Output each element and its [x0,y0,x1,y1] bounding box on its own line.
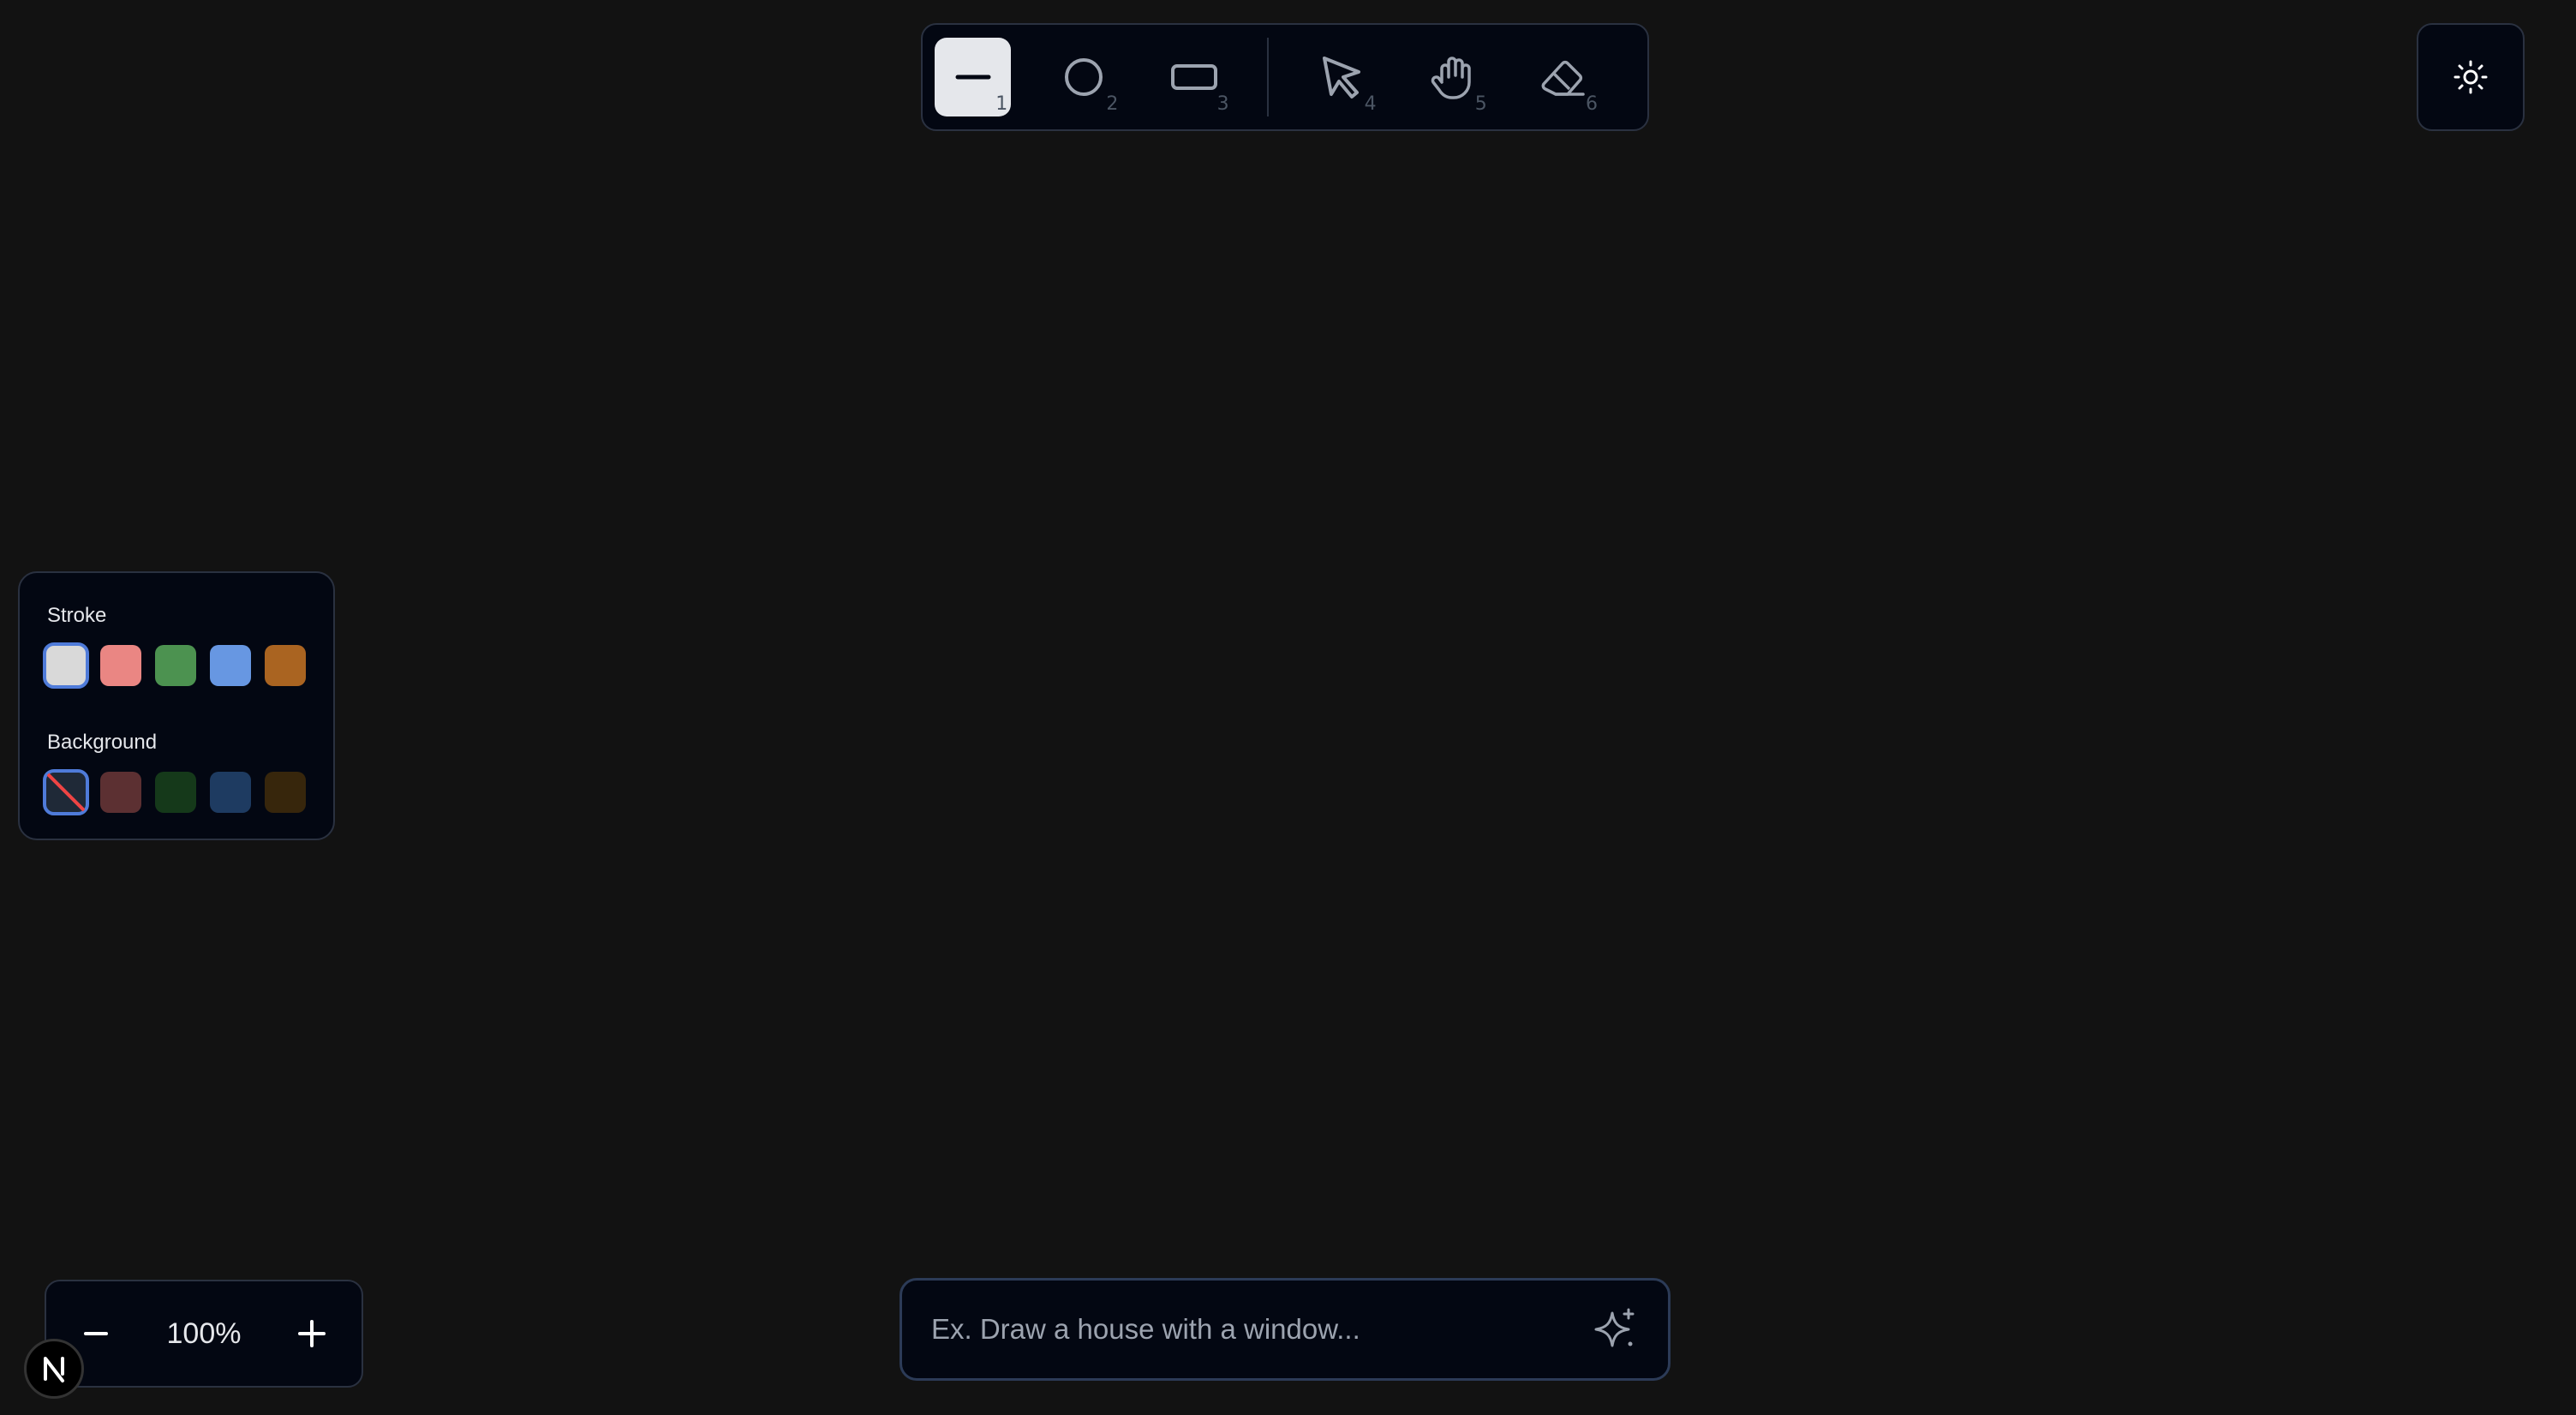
sparkle-icon[interactable] [1591,1305,1641,1354]
prompt-input[interactable] [929,1312,1591,1346]
circle-tool-button[interactable]: 2 [1045,38,1121,116]
background-swatch[interactable] [210,772,251,813]
shortcut-key: 5 [1474,93,1487,115]
drawing-canvas[interactable] [0,0,2576,1415]
hand-icon [1431,57,1471,99]
nextjs-dev-badge[interactable] [24,1339,84,1399]
style-panel: Stroke Background [18,571,335,840]
stroke-label: Stroke [47,604,107,627]
rectangle-icon [1171,64,1217,90]
shortcut-key: 1 [995,93,1008,115]
cursor-arrow-icon [1322,57,1360,99]
background-swatch[interactable] [265,772,306,813]
zoom-level[interactable]: 100% [167,1317,242,1351]
toolbar-divider [1266,38,1270,116]
plus-icon [298,1320,326,1347]
background-swatch[interactable] [100,772,141,813]
theme-toggle-button[interactable] [2417,23,2525,131]
stroke-swatch[interactable] [100,645,141,686]
eraser-icon [1542,60,1586,96]
shortcut-key: 2 [1106,93,1119,115]
background-swatch[interactable] [155,772,196,813]
line-icon [955,75,991,80]
rectangle-tool-button[interactable]: 3 [1156,38,1232,116]
zoom-in-button[interactable] [286,1308,338,1359]
line-tool-button[interactable]: 1 [935,38,1012,116]
n-logo-icon [44,1357,64,1382]
shortcut-key: 3 [1216,93,1229,115]
shortcut-key: 6 [1586,93,1598,115]
stroke-swatches [43,642,320,689]
sun-icon [2453,60,2488,94]
background-swatches [43,769,320,815]
circle-icon [1064,58,1103,96]
pan-tool-button[interactable]: 5 [1414,38,1491,116]
stroke-swatch[interactable] [265,645,306,686]
stroke-swatch[interactable] [210,645,251,686]
background-label: Background [47,731,158,754]
ai-prompt-box [900,1278,1671,1381]
background-swatch-transparent[interactable] [43,769,89,815]
stroke-swatch[interactable] [155,645,196,686]
tool-toolbar: 1 2 3 4 5 6 [921,23,1649,131]
stroke-swatch[interactable] [43,642,89,689]
eraser-tool-button[interactable]: 6 [1525,38,1601,116]
shortcut-key: 4 [1364,93,1377,115]
zoom-control: 100% [45,1280,363,1388]
minus-icon [84,1332,108,1335]
select-tool-button[interactable]: 4 [1303,38,1379,116]
